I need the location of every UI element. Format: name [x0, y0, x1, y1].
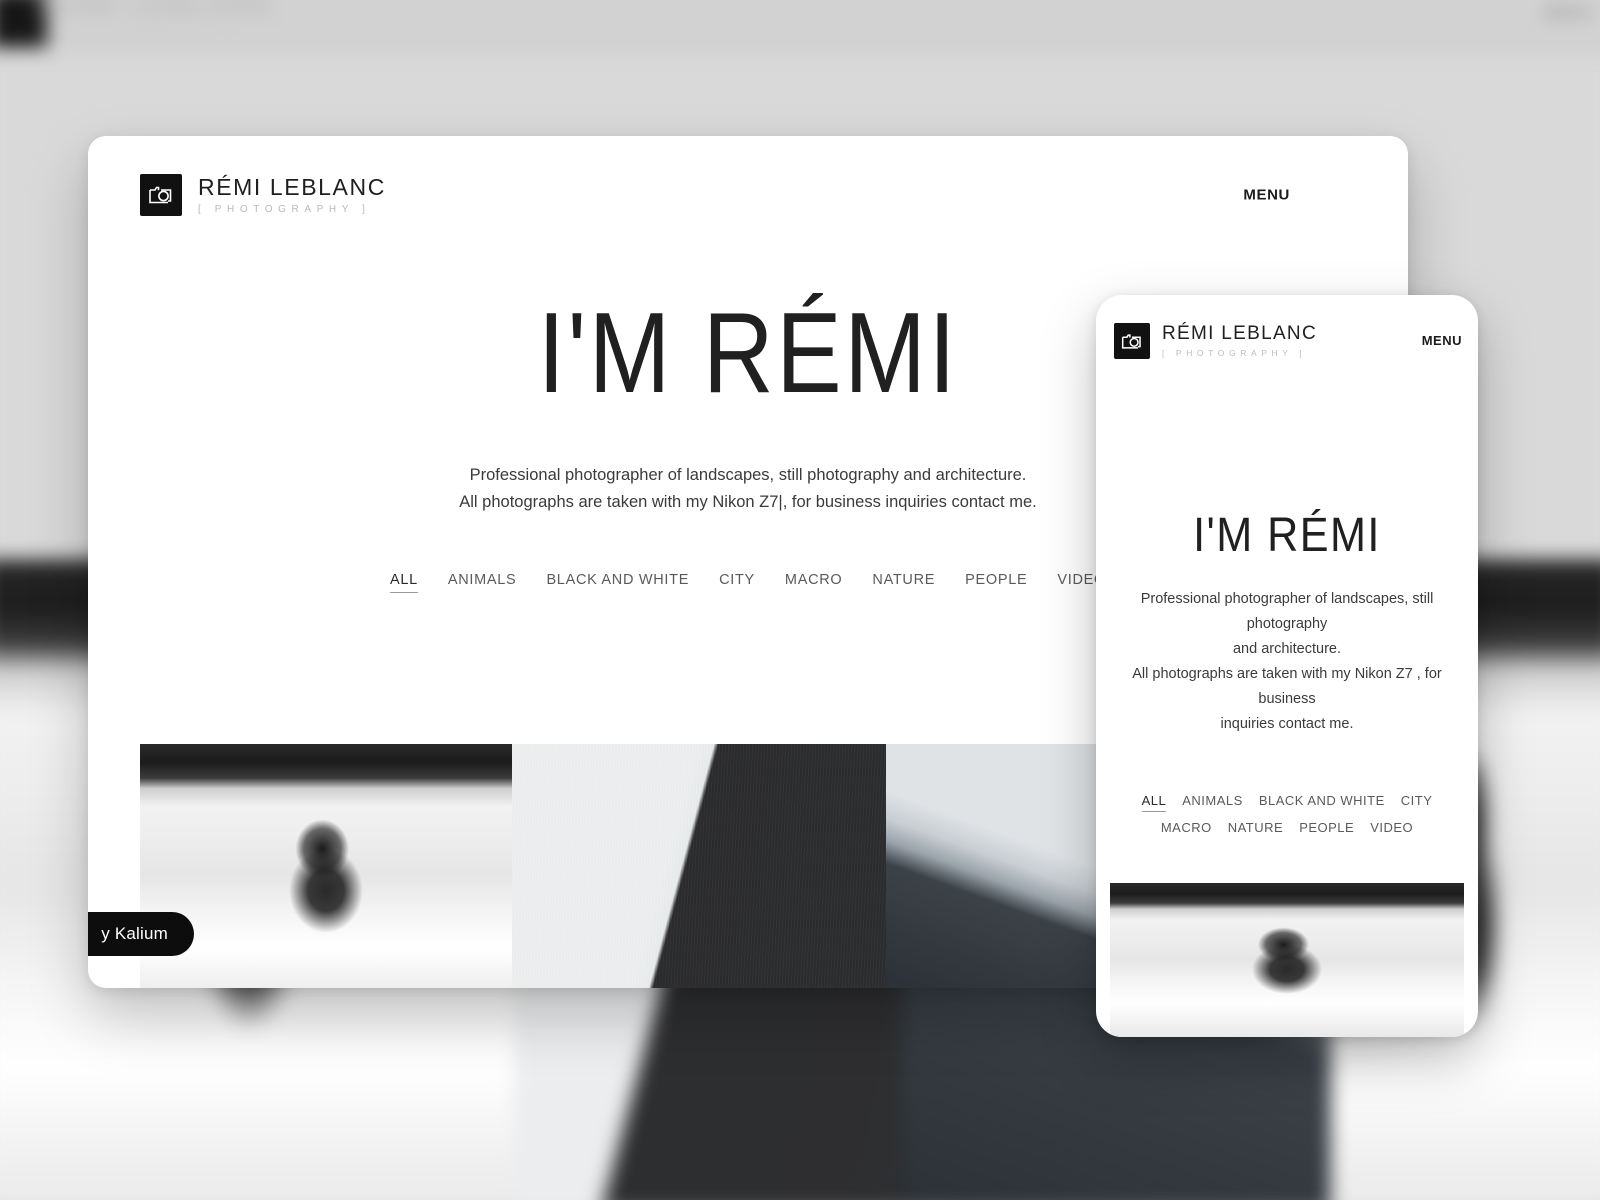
mobile-brand-name: RÉMI LEBLANC — [1162, 323, 1317, 345]
mobile-gallery[interactable] — [1110, 883, 1464, 1037]
mobile-menu-button[interactable]: MENU — [1422, 333, 1462, 348]
mobile-filter-nature[interactable]: NATURE — [1228, 820, 1283, 839]
desktop-brand[interactable]: RÉMI LEBLANC [ PHOTOGRAPHY ] — [140, 174, 386, 216]
desktop-site-header: RÉMI LEBLANC [ PHOTOGRAPHY ] MENU — [88, 136, 1408, 254]
camera-icon — [140, 174, 182, 216]
desktop-filter-black-and-white[interactable]: BLACK AND WHITE — [546, 572, 689, 593]
gallery-item-city[interactable] — [886, 744, 1118, 988]
mobile-filter-video[interactable]: VIDEO — [1370, 820, 1413, 839]
mobile-hero-title: I'M RÉMI — [1193, 509, 1381, 562]
screenshot-stage: RÉMI LEBLANC [ PHOTOGRAPHY ] MENU RÉMI L… — [0, 0, 1600, 1200]
gallery-item-architecture[interactable] — [512, 744, 886, 988]
mobile-filter-animals[interactable]: ANIMALS — [1182, 793, 1243, 812]
mobile-hero-line-2: and architecture. — [1232, 641, 1341, 658]
desktop-filter-people[interactable]: PEOPLE — [965, 572, 1027, 593]
background-menu-label: MENU — [1544, 4, 1594, 22]
mobile-hero-line-1: Professional photographer of landscapes,… — [1140, 591, 1434, 633]
mobile-hero-description: Professional photographer of landscapes,… — [1096, 587, 1478, 737]
desktop-brand-name: RÉMI LEBLANC — [198, 173, 386, 200]
mobile-filter-city[interactable]: CITY — [1401, 793, 1433, 812]
mobile-brand-text[interactable]: RÉMI LEBLANC [ PHOTOGRAPHY ] — [1162, 324, 1317, 358]
background-header: RÉMI LEBLANC [ PHOTOGRAPHY ] MENU — [0, 0, 1600, 58]
mobile-hero-line-3: All photographs are taken with my Nikon … — [1132, 666, 1442, 708]
mobile-hero-line-4: inquiries contact me. — [1220, 716, 1354, 733]
desktop-filter-all[interactable]: ALL — [389, 572, 418, 593]
mobile-preview-window: RÉMI LEBLANC [ PHOTOGRAPHY ] MENU I'M RÉ… — [1096, 295, 1478, 1037]
mobile-filter-black-and-white[interactable]: BLACK AND WHITE — [1259, 793, 1385, 812]
mobile-filter-macro[interactable]: MACRO — [1161, 820, 1212, 839]
background-brand-name: RÉMI LEBLANC — [37, 0, 279, 22]
mobile-filter-people[interactable]: PEOPLE — [1299, 820, 1354, 839]
mobile-filter-nav: ALL ANIMALS BLACK AND WHITE CITY MACRO N… — [1096, 793, 1478, 839]
kalium-badge[interactable]: y Kalium — [88, 912, 194, 956]
gallery-item-subway[interactable] — [140, 744, 512, 988]
mobile-brand-subtitle: [ PHOTOGRAPHY ] — [1162, 347, 1307, 358]
desktop-brand-subtitle: [ PHOTOGRAPHY ] — [198, 204, 371, 216]
background-brand-subtitle: [ PHOTOGRAPHY ] — [37, 26, 238, 42]
desktop-filter-city[interactable]: CITY — [719, 572, 755, 593]
desktop-brand-text: RÉMI LEBLANC [ PHOTOGRAPHY ] — [198, 175, 386, 215]
mobile-gallery-photo-subway — [1110, 883, 1464, 1037]
mobile-filter-all[interactable]: ALL — [1141, 793, 1167, 813]
camera-icon — [1114, 323, 1150, 359]
desktop-filter-nature[interactable]: NATURE — [872, 572, 935, 593]
kalium-badge-label: y Kalium — [101, 924, 168, 943]
desktop-filter-animals[interactable]: ANIMALS — [448, 572, 517, 593]
mobile-site-header: RÉMI LEBLANC [ PHOTOGRAPHY ] MENU — [1096, 295, 1478, 359]
desktop-menu-button[interactable]: MENU — [1243, 187, 1290, 204]
mobile-hero: I'M RÉMI Professional photographer of la… — [1096, 359, 1478, 839]
desktop-filter-macro[interactable]: MACRO — [785, 572, 842, 593]
gallery-photo-subway — [140, 744, 512, 988]
